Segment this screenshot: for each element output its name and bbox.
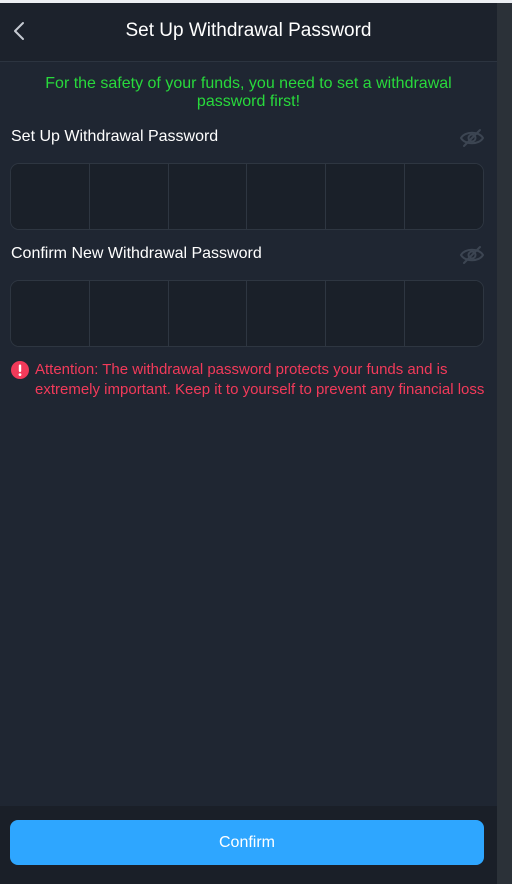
confirm-button[interactable]: Confirm xyxy=(10,820,484,865)
confirm-password-input[interactable] xyxy=(10,280,484,347)
pin-digit-cell[interactable] xyxy=(405,281,483,346)
pin-digit-cell[interactable] xyxy=(89,281,169,346)
scrollbar[interactable] xyxy=(497,3,512,884)
pin-digit-cell[interactable] xyxy=(405,164,483,229)
set-password-label: Set Up Withdrawal Password xyxy=(11,128,219,145)
pin-digit-cell[interactable] xyxy=(11,164,90,229)
confirm-password-visibility-toggle[interactable] xyxy=(459,245,485,265)
page-title: Set Up Withdrawal Password xyxy=(125,20,372,41)
pin-digit-cell[interactable] xyxy=(326,281,406,346)
pin-digit-cell[interactable] xyxy=(247,281,327,346)
pin-digit-cell[interactable] xyxy=(168,281,248,346)
pin-digit-cell[interactable] xyxy=(89,164,169,229)
pin-digit-cell[interactable] xyxy=(326,164,406,229)
eye-off-icon xyxy=(459,129,485,147)
safety-notice: For the safety of your funds, you need t… xyxy=(45,75,452,110)
app-screen: Set Up Withdrawal Password For the safet… xyxy=(0,3,497,884)
confirm-password-label: Confirm New Withdrawal Password xyxy=(11,245,262,262)
header-bar: Set Up Withdrawal Password xyxy=(0,3,497,62)
footer-bar: Confirm xyxy=(0,806,497,884)
pin-digit-cell[interactable] xyxy=(247,164,327,229)
set-password-input[interactable] xyxy=(10,163,484,230)
eye-off-icon xyxy=(459,246,485,264)
attention-text: Attention: The withdrawal password prote… xyxy=(35,361,485,398)
exclamation-circle-icon xyxy=(11,361,29,379)
attention-message: Attention: The withdrawal password prote… xyxy=(10,360,490,400)
pin-digit-cell[interactable] xyxy=(168,164,248,229)
pin-digit-cell[interactable] xyxy=(11,281,90,346)
set-password-visibility-toggle[interactable] xyxy=(459,128,485,148)
